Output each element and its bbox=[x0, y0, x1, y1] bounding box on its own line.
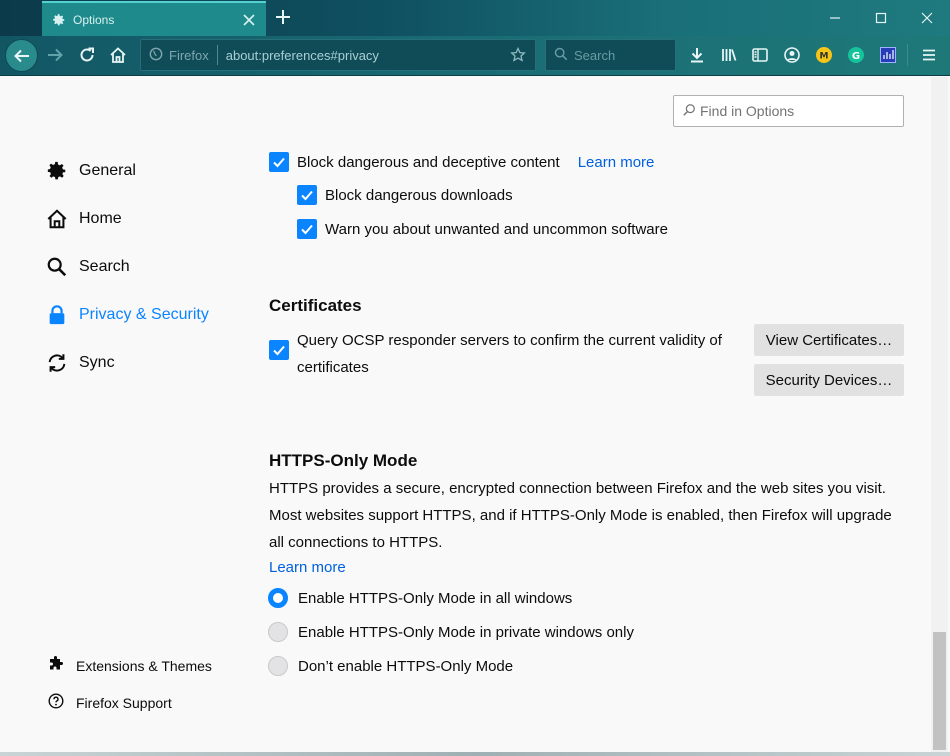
sidebar-item-support[interactable]: Firefox Support bbox=[48, 692, 172, 714]
extension-grid-icon[interactable] bbox=[877, 44, 899, 66]
sidebar-item-label: Sync bbox=[79, 354, 115, 371]
https-only-learn-more-link[interactable]: Learn more bbox=[269, 559, 346, 576]
preferences-page: Find in Options General Home Search Priv… bbox=[0, 77, 950, 756]
library-icon[interactable] bbox=[718, 44, 740, 66]
https-private-only-option[interactable]: Enable HTTPS-Only Mode in private window… bbox=[268, 622, 634, 642]
extension-m-icon[interactable]: M bbox=[813, 44, 835, 66]
svg-text:M: M bbox=[820, 52, 829, 62]
sidebar-item-label: Firefox Support bbox=[76, 695, 172, 711]
search-placeholder: Search bbox=[574, 47, 616, 63]
ocsp-label-line2: certificates bbox=[297, 359, 369, 376]
title-bar: Options bbox=[0, 0, 950, 36]
menu-icon[interactable] bbox=[918, 44, 940, 66]
svg-text:G: G bbox=[852, 51, 860, 62]
toolbar-divider bbox=[907, 44, 908, 66]
warn-unwanted-label: Warn you about unwanted and uncommon sof… bbox=[325, 220, 668, 238]
search-icon bbox=[682, 102, 696, 121]
sidebar-item-sync[interactable]: Sync bbox=[45, 348, 115, 378]
maximize-icon[interactable] bbox=[858, 0, 904, 36]
nav-bar: Firefox about:preferences#privacy Search… bbox=[0, 36, 950, 76]
sidebar-item-search[interactable]: Search bbox=[45, 252, 130, 282]
security-devices-button[interactable]: Security Devices… bbox=[754, 364, 904, 396]
sidebar-item-label: General bbox=[79, 162, 136, 179]
lock-icon bbox=[45, 303, 69, 327]
puzzle-icon bbox=[48, 656, 64, 676]
bookmark-star-icon[interactable] bbox=[507, 47, 529, 63]
help-icon bbox=[48, 693, 64, 713]
sidebar-item-general[interactable]: General bbox=[45, 156, 136, 186]
identity-label: Firefox bbox=[169, 47, 209, 63]
firefox-identity-icon[interactable] bbox=[149, 46, 163, 65]
warn-unwanted-checkbox[interactable] bbox=[297, 219, 317, 239]
url-bar[interactable]: Firefox about:preferences#privacy bbox=[140, 39, 536, 71]
minimize-icon[interactable] bbox=[812, 0, 858, 36]
sidebar-item-home[interactable]: Home bbox=[45, 204, 122, 234]
block-downloads-checkbox[interactable] bbox=[297, 185, 317, 205]
https-private-only-label: Enable HTTPS-Only Mode in private window… bbox=[298, 623, 634, 641]
find-placeholder: Find in Options bbox=[700, 103, 795, 119]
url-text[interactable]: about:preferences#privacy bbox=[226, 48, 507, 63]
https-only-heading: HTTPS-Only Mode bbox=[269, 451, 418, 470]
plus-icon[interactable] bbox=[272, 6, 294, 28]
search-bar[interactable]: Search bbox=[545, 39, 676, 71]
sidebar-item-label: Home bbox=[79, 210, 122, 227]
sync-icon bbox=[45, 351, 69, 375]
https-private-only-radio[interactable] bbox=[268, 622, 288, 642]
reload-button[interactable] bbox=[72, 40, 102, 70]
https-disable-option[interactable]: Don’t enable HTTPS-Only Mode bbox=[268, 656, 513, 676]
block-deceptive-row: Block dangerous and deceptive content Le… bbox=[269, 152, 654, 172]
sidebar-item-privacy[interactable]: Privacy & Security bbox=[45, 300, 209, 330]
grammarly-icon[interactable]: G bbox=[845, 44, 867, 66]
forward-button[interactable] bbox=[40, 40, 70, 70]
https-disable-label: Don’t enable HTTPS-Only Mode bbox=[298, 657, 514, 675]
https-all-windows-radio[interactable] bbox=[268, 588, 288, 608]
gear-icon bbox=[51, 12, 67, 28]
tab-options[interactable]: Options bbox=[42, 1, 266, 36]
scrollbar-thumb[interactable] bbox=[933, 632, 946, 750]
https-all-windows-label: Enable HTTPS-Only Mode in all windows bbox=[298, 589, 573, 607]
ocsp-checkbox[interactable] bbox=[269, 340, 289, 360]
block-deceptive-checkbox[interactable] bbox=[269, 152, 289, 172]
https-disable-radio[interactable] bbox=[268, 656, 288, 676]
block-deceptive-label: Block dangerous and deceptive content bbox=[297, 153, 560, 171]
ocsp-row bbox=[269, 340, 289, 360]
find-in-options-input[interactable]: Find in Options bbox=[673, 95, 904, 127]
sidebar-item-label: Extensions & Themes bbox=[76, 658, 212, 674]
close-tab-icon[interactable] bbox=[238, 9, 260, 31]
block-downloads-row: Block dangerous downloads bbox=[297, 185, 513, 205]
ocsp-label-line1: Query OCSP responder servers to confirm … bbox=[297, 332, 722, 349]
url-separator bbox=[216, 45, 218, 65]
sidebar-item-label: Privacy & Security bbox=[79, 306, 209, 323]
warn-unwanted-row: Warn you about unwanted and uncommon sof… bbox=[297, 219, 668, 239]
sidebar-item-label: Search bbox=[79, 258, 130, 275]
search-icon bbox=[45, 255, 69, 279]
deceptive-learn-more-link[interactable]: Learn more bbox=[578, 154, 655, 171]
search-icon bbox=[554, 46, 568, 65]
tab-title: Options bbox=[73, 12, 115, 27]
block-downloads-label: Block dangerous downloads bbox=[325, 186, 513, 204]
download-icon[interactable] bbox=[686, 44, 708, 66]
home-icon bbox=[45, 207, 69, 231]
sidebar-icon[interactable] bbox=[749, 44, 771, 66]
window-bottom-edge bbox=[0, 752, 950, 756]
back-button[interactable] bbox=[5, 39, 38, 72]
gear-icon bbox=[45, 159, 69, 183]
https-all-windows-option[interactable]: Enable HTTPS-Only Mode in all windows bbox=[268, 588, 572, 608]
account-icon[interactable] bbox=[781, 44, 803, 66]
https-only-description: HTTPS provides a secure, encrypted conne… bbox=[269, 480, 892, 551]
view-certificates-button[interactable]: View Certificates… bbox=[754, 324, 904, 356]
certificates-heading: Certificates bbox=[269, 296, 362, 315]
sidebar-item-extensions[interactable]: Extensions & Themes bbox=[48, 655, 212, 677]
home-button[interactable] bbox=[103, 40, 133, 70]
close-icon[interactable] bbox=[904, 0, 950, 36]
